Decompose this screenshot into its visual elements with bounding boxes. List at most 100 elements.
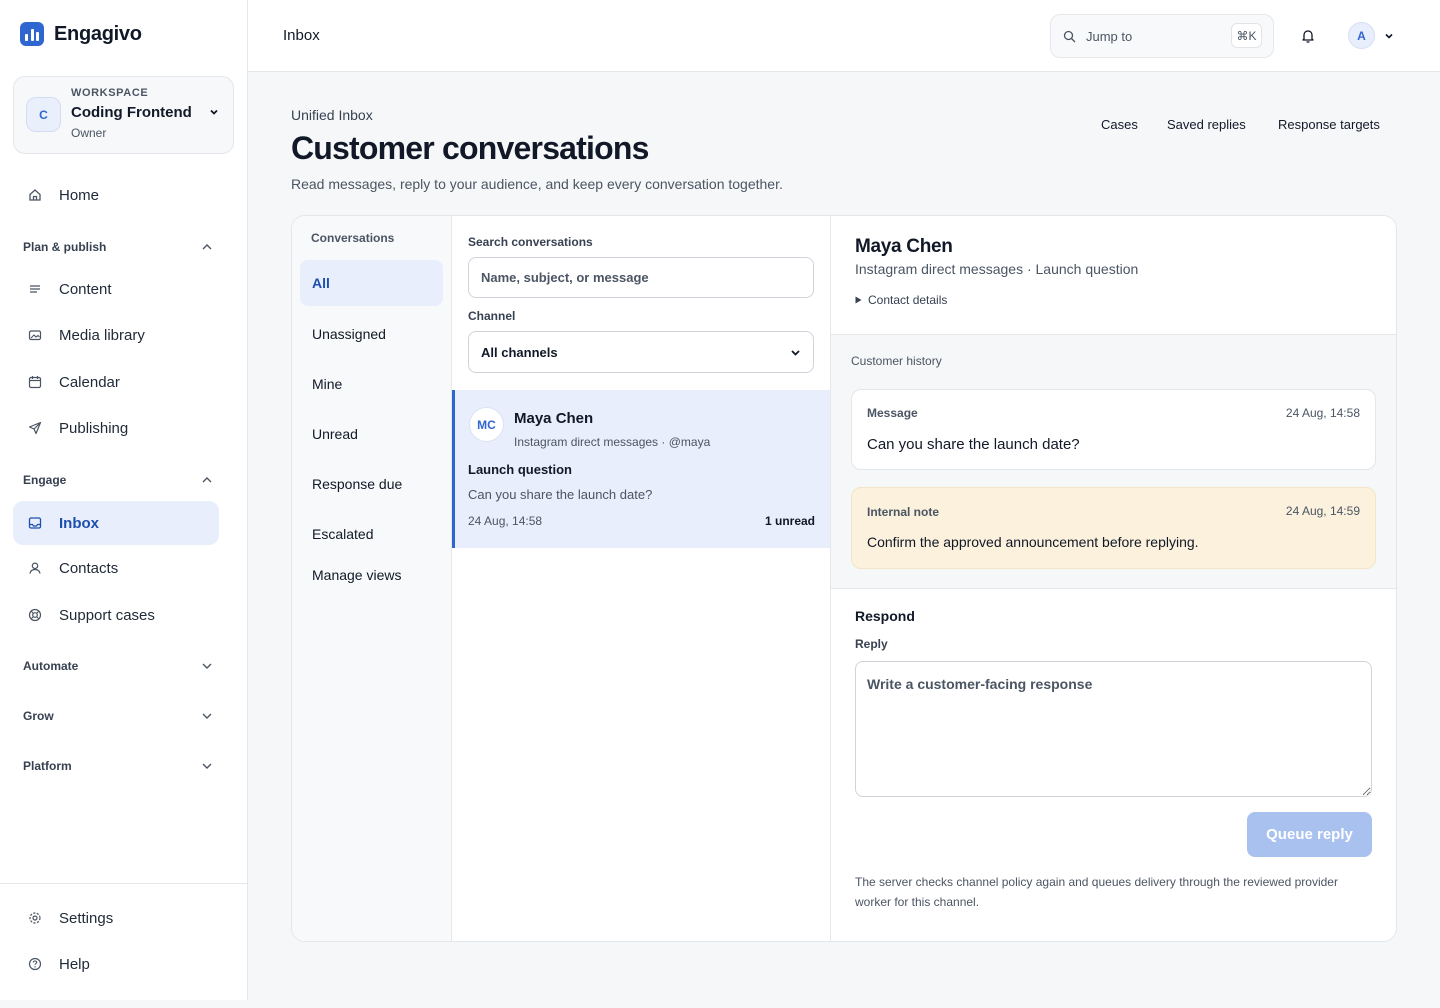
jump-to-search[interactable]: Jump to ⌘K — [1050, 14, 1274, 58]
views-column: Conversations All Unassigned Mine Unread… — [292, 216, 452, 941]
sidebar-item-content[interactable]: Content — [13, 267, 219, 311]
sidebar-item-media-library[interactable]: Media library — [13, 313, 219, 357]
view-unassigned[interactable]: Unassigned — [300, 311, 443, 357]
sidebar: Engagivo C WORKSPACE Coding Frontend Own… — [0, 0, 248, 1000]
sidebar-item-label: Media library — [59, 326, 145, 344]
workspace-name: Coding Frontend — [71, 104, 192, 121]
sidebar-item-label: Home — [59, 186, 100, 204]
respond-heading: Respond — [855, 608, 915, 624]
brand[interactable]: Engagivo — [20, 22, 142, 46]
delivery-disclaimer: The server checks channel policy again a… — [855, 875, 1338, 909]
customer-history: Customer history Message 24 Aug, 14:58 C… — [831, 334, 1396, 589]
jump-to-placeholder: Jump to — [1086, 28, 1133, 44]
shortcut-hint: ⌘K — [1231, 23, 1262, 48]
lines-icon — [28, 282, 42, 296]
history-message: Message 24 Aug, 14:58 Can you share the … — [851, 389, 1376, 470]
conversation-subject: Launch question — [468, 462, 572, 477]
sidebar-item-label: Content — [59, 280, 112, 298]
gear-icon — [28, 911, 42, 925]
nav-group-label: Grow — [23, 709, 54, 723]
contact-details-toggle[interactable]: Contact details — [855, 293, 947, 307]
chevron-down-icon[interactable] — [1384, 31, 1394, 41]
conversation-time: 24 Aug, 14:58 — [468, 514, 543, 528]
workspace-switcher[interactable]: C WORKSPACE Coding Frontend Owner — [13, 76, 234, 154]
nav-group-label: Automate — [23, 659, 79, 673]
sidebar-item-label: Contacts — [59, 559, 119, 577]
nav-group-grow[interactable]: Grow — [23, 709, 213, 723]
channel-label: Channel — [468, 309, 516, 323]
conversation-item[interactable]: MC Maya Chen Instagram direct messages ·… — [452, 390, 830, 548]
sidebar-item-contacts[interactable]: Contacts — [13, 546, 219, 590]
nav-group-label: Platform — [23, 759, 72, 773]
views-heading: Conversations — [311, 231, 395, 245]
chevron-down-icon — [202, 663, 212, 669]
conversation-list-column: Search conversations Channel All channel… — [452, 216, 831, 941]
brand-logo-icon — [20, 22, 44, 46]
user-icon — [28, 561, 42, 575]
view-mine[interactable]: Mine — [300, 361, 443, 407]
saved-replies-link[interactable]: Saved replies — [1167, 117, 1246, 132]
sidebar-item-help[interactable]: Help — [13, 942, 219, 986]
note-body: Confirm the approved announcement before… — [867, 534, 1199, 550]
lifebuoy-icon — [28, 608, 42, 622]
nav-group-plan-publish[interactable]: Plan & publish — [23, 240, 213, 254]
history-heading: Customer history — [851, 354, 942, 368]
manage-views-link[interactable]: Manage views — [300, 552, 443, 598]
view-escalated[interactable]: Escalated — [300, 511, 443, 557]
conversation-detail: Maya Chen Instagram direct messages · La… — [831, 216, 1396, 941]
sidebar-item-label: Support cases — [59, 606, 155, 624]
send-icon — [28, 421, 42, 435]
bell-icon[interactable] — [1301, 28, 1315, 44]
chevron-down-icon — [202, 763, 212, 769]
sidebar-item-label: Inbox — [59, 514, 99, 532]
message-body: Can you share the launch date? — [867, 436, 1080, 453]
nav-group-label: Engage — [23, 473, 67, 487]
inbox-icon — [28, 516, 42, 530]
queue-reply-button[interactable]: Queue reply — [1247, 812, 1372, 857]
unread-badge: 1 unread — [764, 514, 815, 528]
sidebar-item-label: Settings — [59, 909, 114, 927]
reply-textarea[interactable] — [855, 661, 1372, 797]
home-icon — [28, 188, 42, 202]
brand-name: Engagivo — [54, 22, 142, 45]
internal-note: Internal note 24 Aug, 14:59 Confirm the … — [851, 487, 1376, 569]
sidebar-item-settings[interactable]: Settings — [13, 896, 219, 940]
chevron-down-icon — [210, 109, 218, 115]
sidebar-item-inbox[interactable]: Inbox — [13, 501, 219, 545]
view-all[interactable]: All — [300, 260, 443, 306]
nav-group-automate[interactable]: Automate — [23, 659, 213, 673]
note-kind: Internal note — [867, 505, 940, 519]
topbar: Inbox Jump to ⌘K A — [248, 0, 1440, 72]
view-response-due[interactable]: Response due — [300, 461, 443, 507]
nav-group-engage[interactable]: Engage — [23, 473, 213, 487]
sidebar-item-calendar[interactable]: Calendar — [13, 360, 219, 404]
chevron-up-icon — [202, 477, 212, 483]
user-avatar[interactable]: A — [1348, 22, 1375, 49]
sidebar-item-home[interactable]: Home — [13, 173, 219, 217]
conversation-search-input[interactable] — [468, 257, 814, 298]
channel-select[interactable]: All channels — [468, 331, 814, 373]
workspace-avatar: C — [26, 97, 61, 132]
sidebar-item-publishing[interactable]: Publishing — [13, 406, 219, 450]
nav-group-platform[interactable]: Platform — [23, 759, 213, 773]
reply-label: Reply — [855, 637, 888, 651]
nav-group-label: Plan & publish — [23, 240, 107, 254]
cases-link[interactable]: Cases — [1101, 117, 1138, 132]
workspace-kicker: WORKSPACE — [71, 87, 149, 99]
workspace-role: Owner — [71, 126, 107, 140]
topbar-title: Inbox — [283, 27, 320, 44]
chevron-down-icon — [791, 349, 800, 356]
view-unread[interactable]: Unread — [300, 411, 443, 457]
sidebar-divider — [0, 883, 247, 884]
sidebar-item-support-cases[interactable]: Support cases — [13, 593, 219, 637]
conversation-name: Maya Chen — [514, 410, 594, 427]
contact-details-label: Contact details — [868, 293, 948, 307]
detail-subtitle: Instagram direct messages · Launch quest… — [855, 261, 1139, 277]
note-time: 24 Aug, 14:59 — [1285, 504, 1360, 518]
calendar-icon — [28, 375, 42, 389]
help-icon — [28, 957, 42, 971]
response-targets-link[interactable]: Response targets — [1278, 117, 1380, 132]
conversation-channel: Instagram direct messages · @maya — [514, 435, 711, 449]
chevron-down-icon — [202, 713, 212, 719]
inbox-panel: Conversations All Unassigned Mine Unread… — [291, 215, 1397, 942]
